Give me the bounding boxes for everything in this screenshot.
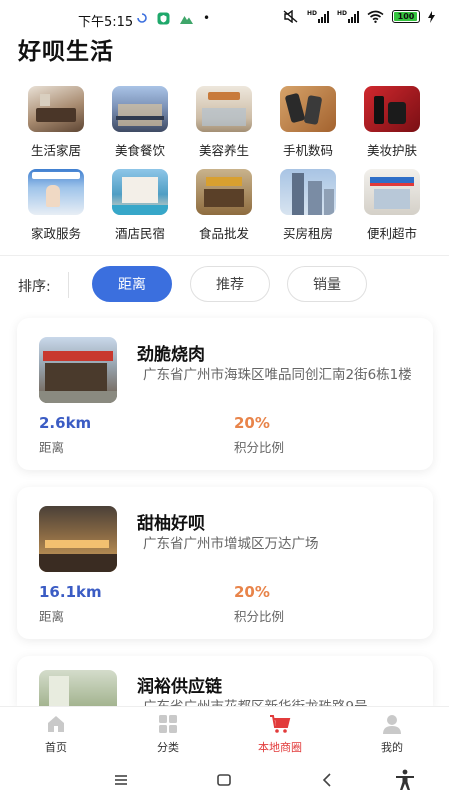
home-icon xyxy=(48,716,64,732)
category-real-estate[interactable]: 买房租房 xyxy=(266,169,350,242)
store-address: 广东省广州市增城区万达广场 xyxy=(143,536,319,552)
accessibility-icon[interactable] xyxy=(393,768,417,792)
store-address: 广东省广州市花都区新华街龙珠路9号 xyxy=(143,698,415,706)
food-wholesale-photo xyxy=(196,169,252,215)
sort-label: 排序: xyxy=(18,279,51,295)
category-label: 手机数码 xyxy=(282,143,333,158)
category-label: 买房租房 xyxy=(282,226,333,241)
store-address: 广东省广州市海珠区唯品同创汇南2街6栋1楼 xyxy=(143,367,412,383)
sort-bar: 排序: 距离 推荐 销量 xyxy=(0,266,449,304)
category-living-home[interactable]: 生活家居 xyxy=(14,86,98,159)
cosmetics-photo xyxy=(364,86,420,132)
real-estate-photo xyxy=(280,169,336,215)
restaurant-photo xyxy=(112,86,168,132)
wifi-icon xyxy=(367,10,384,23)
points-ratio-value: 20% xyxy=(234,414,270,432)
signal-2: HD xyxy=(336,9,359,23)
system-status-icons: HD HD 100 xyxy=(283,10,435,23)
store-card[interactable]: 润裕供应链 广东省广州市花都区新华街龙珠路9号 xyxy=(17,656,433,706)
living-home-photo xyxy=(28,86,84,132)
sort-separator xyxy=(68,272,69,298)
category-phone-digital[interactable]: 手机数码 xyxy=(266,86,350,159)
shopping-cart-icon xyxy=(270,715,291,733)
store-name: 甜柚好呗 xyxy=(137,514,205,534)
status-bar: 下午5:15 • HD HD 100 xyxy=(0,0,449,36)
points-ratio-label: 积分比例 xyxy=(234,440,285,455)
status-time: 下午5:15 xyxy=(78,15,134,30)
signal-1: HD xyxy=(306,9,329,23)
menu-icon[interactable] xyxy=(109,768,133,792)
mute-icon xyxy=(283,10,298,23)
charging-icon xyxy=(428,10,435,23)
loading-icon xyxy=(137,13,147,23)
sort-option-recommend[interactable]: 推荐 xyxy=(190,266,270,302)
category-food-wholesale[interactable]: 食品批发 xyxy=(182,169,266,242)
points-ratio-label: 积分比例 xyxy=(234,609,285,624)
tab-category[interactable]: 分类 xyxy=(133,713,203,755)
points-ratio-value: 20% xyxy=(234,583,270,601)
store-card[interactable]: 甜柚好呗 广东省广州市增城区万达广场 16.1km 距离 20% 积分比例 xyxy=(17,487,433,639)
distance-label: 距离 xyxy=(39,440,65,455)
signal-bars-1-icon xyxy=(317,10,329,23)
battery-level: 100 xyxy=(397,12,415,21)
housekeeping-photo xyxy=(28,169,84,215)
category-label: 家政服务 xyxy=(30,226,81,241)
hotel-photo xyxy=(112,169,168,215)
sort-option-sales[interactable]: 销量 xyxy=(287,266,367,302)
category-grid-icon xyxy=(159,715,177,733)
category-label: 美食餐饮 xyxy=(114,143,165,158)
category-label: 便利超市 xyxy=(366,226,417,241)
tab-label: 我的 xyxy=(381,741,403,754)
store-photo xyxy=(39,337,117,403)
store-name: 润裕供应链 xyxy=(137,677,222,697)
store-photo xyxy=(39,670,117,706)
store-card[interactable]: 劲脆烧肉 广东省广州市海珠区唯品同创汇南2街6栋1楼 2.6km 距离 20% … xyxy=(17,318,433,470)
category-label: 美容养生 xyxy=(198,143,249,158)
more-dot-icon: • xyxy=(203,11,211,25)
bottom-tab-bar: 首页 分类 本地商圈 我的 xyxy=(0,706,449,760)
category-label: 酒店民宿 xyxy=(114,226,165,241)
shield-app-icon xyxy=(157,12,170,24)
user-icon xyxy=(383,715,401,734)
tab-mine[interactable]: 我的 xyxy=(357,713,427,755)
tab-label: 分类 xyxy=(157,741,179,754)
notification-icons: • xyxy=(137,11,210,25)
battery-icon: 100 xyxy=(392,10,420,23)
convenience-store-photo xyxy=(364,169,420,215)
distance-label: 距离 xyxy=(39,609,65,624)
store-photo xyxy=(39,506,117,572)
category-label: 美妆护肤 xyxy=(366,143,417,158)
category-convenience-store[interactable]: 便利超市 xyxy=(350,169,434,242)
phone-digital-photo xyxy=(280,86,336,132)
home-square-icon[interactable] xyxy=(212,768,236,792)
category-hotel[interactable]: 酒店民宿 xyxy=(98,169,182,242)
mountain-app-icon xyxy=(180,15,193,24)
store-name: 劲脆烧肉 xyxy=(137,345,205,365)
section-divider xyxy=(0,255,449,256)
tab-home[interactable]: 首页 xyxy=(21,713,91,755)
signal-bars-2-icon xyxy=(348,10,359,23)
category-label: 食品批发 xyxy=(198,226,249,241)
tab-label: 本地商圈 xyxy=(258,741,302,754)
sort-option-distance[interactable]: 距离 xyxy=(92,266,172,302)
network-type-2: HD xyxy=(336,9,347,17)
category-cosmetics[interactable]: 美妆护肤 xyxy=(350,86,434,159)
system-navigation-bar xyxy=(0,760,449,800)
category-label: 生活家居 xyxy=(30,143,81,158)
back-icon[interactable] xyxy=(316,768,340,792)
category-beauty-spa[interactable]: 美容养生 xyxy=(182,86,266,159)
category-housekeeping[interactable]: 家政服务 xyxy=(14,169,98,242)
category-restaurant[interactable]: 美食餐饮 xyxy=(98,86,182,159)
category-grid: 生活家居 美食餐饮 美容养生 手机数码 美妆护肤 家政服务 酒店民宿 食品批发 … xyxy=(14,86,435,242)
page-title: 好呗生活 xyxy=(18,39,114,65)
distance-value: 2.6km xyxy=(39,414,92,432)
distance-value: 16.1km xyxy=(39,583,102,601)
beauty-spa-photo xyxy=(196,86,252,132)
network-type-1: HD xyxy=(306,9,317,17)
tab-local-business[interactable]: 本地商圈 xyxy=(245,713,315,755)
tab-label: 首页 xyxy=(45,741,67,754)
